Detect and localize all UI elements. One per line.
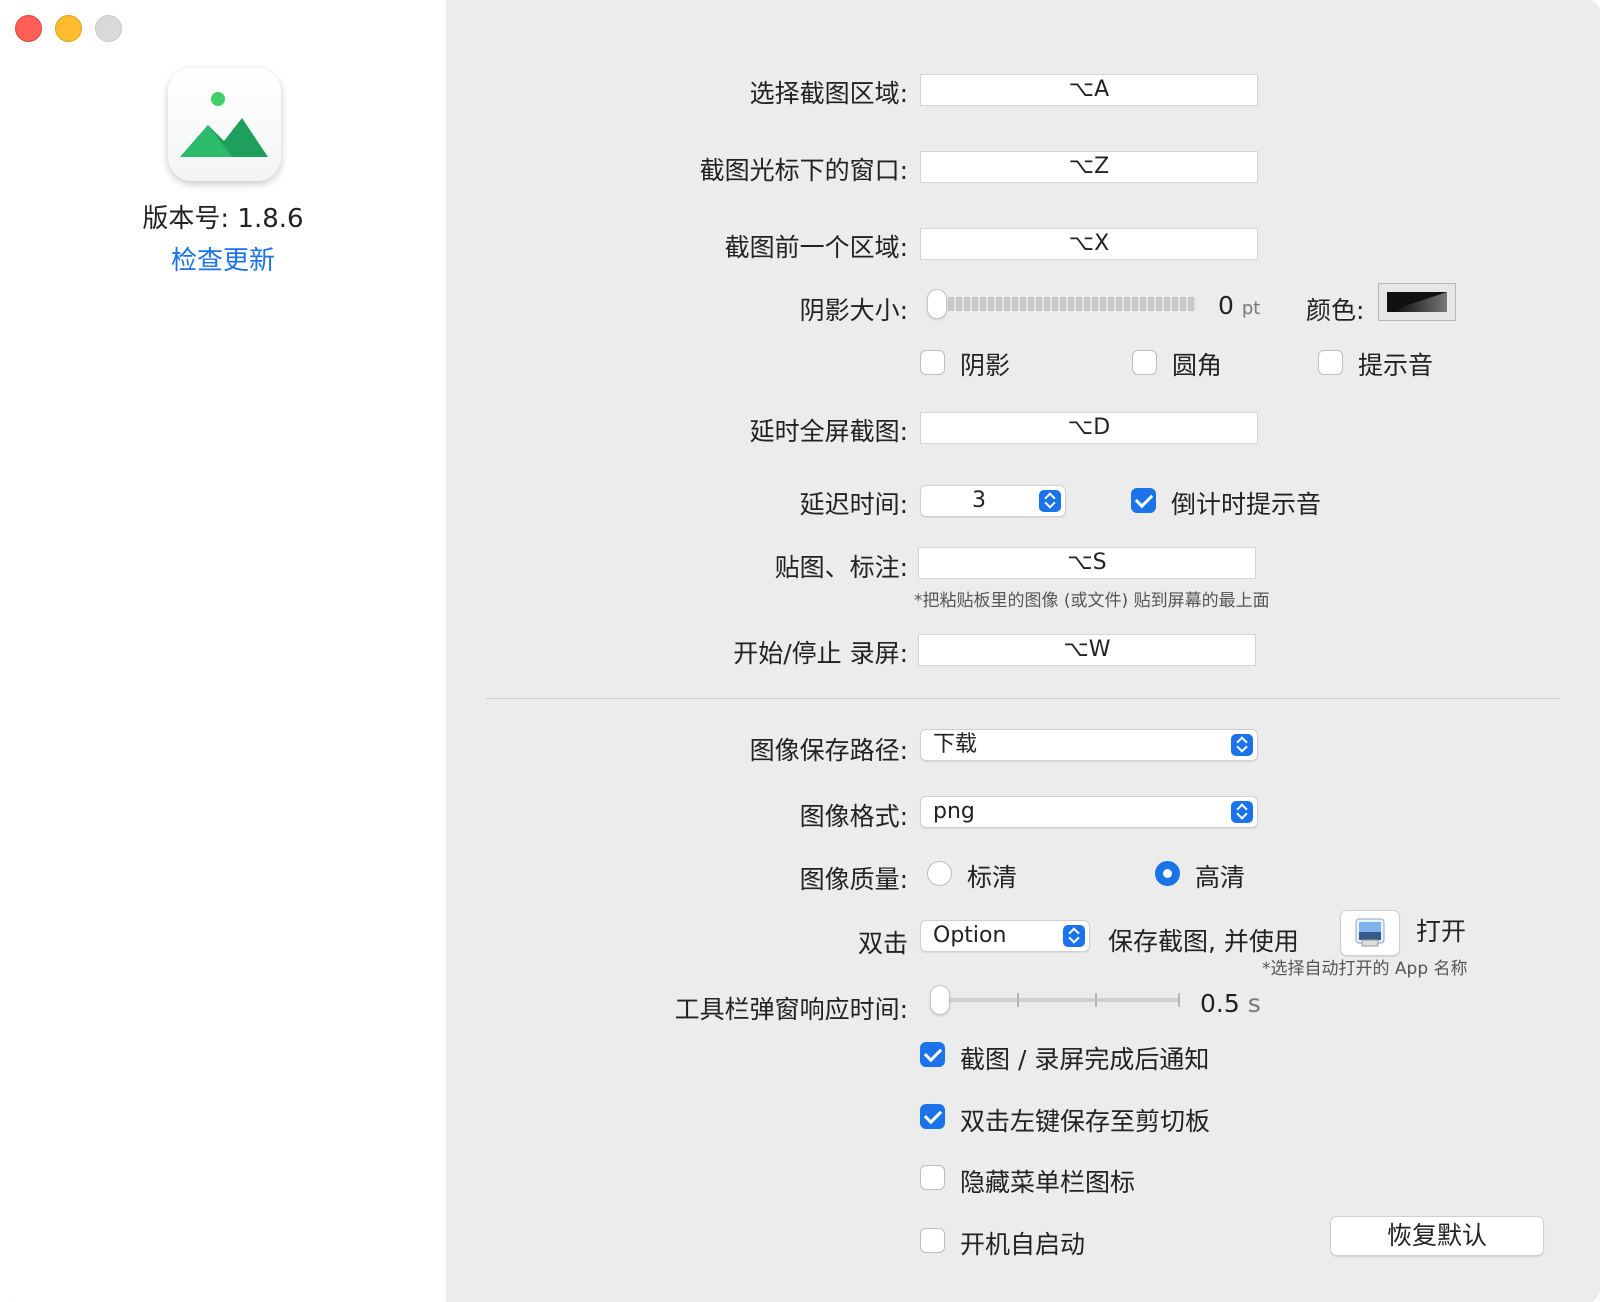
toolbar-delay-number: 0.5	[1200, 989, 1240, 1018]
close-window-button[interactable]	[15, 15, 42, 42]
version-label: 版本号: 1.8.6	[142, 204, 304, 234]
quality-sd-label: 标清	[967, 863, 1018, 892]
image-format-label: 图像格式:	[799, 802, 908, 831]
minimize-window-button[interactable]	[55, 15, 82, 42]
slider-tick	[1178, 993, 1180, 1007]
delay-time-label: 延迟时间:	[799, 490, 908, 519]
double-click-copy-label: 双击左键保存至剪切板	[960, 1107, 1211, 1136]
shadow-size-unit: pt	[1241, 298, 1261, 319]
select-arrows-icon	[1231, 801, 1253, 823]
launch-at-login-checkbox[interactable]	[920, 1228, 945, 1253]
launch-at-login-label: 开机自启动	[960, 1230, 1086, 1259]
toolbar-delay-unit: s	[1247, 989, 1261, 1018]
countdown-sound-checkbox[interactable]	[1131, 488, 1156, 513]
quality-sd-radio[interactable]	[927, 861, 952, 886]
previous-area-shortcut-field[interactable]: ⌥X	[920, 228, 1258, 260]
open-app-note: *选择自动打开的 App 名称	[1262, 959, 1468, 979]
sound-checkbox-label: 提示音	[1358, 351, 1434, 380]
quality-hd-radio[interactable]	[1155, 861, 1180, 886]
toolbar-delay-slider-track[interactable]	[940, 998, 1180, 1002]
select-area-shortcut-field[interactable]: ⌥A	[920, 74, 1258, 106]
pin-note: *把粘贴板里的图像 (或文件) 贴到屏幕的最上面	[914, 591, 1270, 611]
restore-defaults-button[interactable]: 恢复默认	[1330, 1216, 1544, 1256]
check-update-link[interactable]: 检查更新	[0, 240, 446, 277]
sidebar: 版本号: 1.8.6 检查更新	[0, 0, 446, 1302]
shadow-size-slider-knob[interactable]	[927, 289, 947, 319]
record-label: 开始/停止 录屏:	[733, 639, 908, 668]
delayed-fullscreen-label: 延时全屏截图:	[749, 417, 908, 446]
slider-tick	[1017, 993, 1019, 1007]
toolbar-delay-label: 工具栏弹窗响应时间:	[674, 995, 908, 1024]
choose-app-button[interactable]	[1340, 910, 1400, 956]
open-label: 打开	[1416, 917, 1467, 946]
record-shortcut-field[interactable]: ⌥W	[918, 634, 1256, 666]
image-format-select[interactable]: png	[920, 796, 1258, 828]
countdown-sound-label: 倒计时提示音	[1171, 490, 1322, 519]
hide-menubar-icon-label: 隐藏菜单栏图标	[960, 1168, 1136, 1197]
stepper-arrows-icon[interactable]	[1039, 490, 1061, 512]
quality-hd-label: 高清	[1195, 863, 1246, 892]
notify-label: 截图 / 录屏完成后通知	[960, 1045, 1210, 1074]
save-path-value: 下载	[933, 732, 978, 757]
toolbar-delay-value: 0.5 s	[1200, 989, 1261, 1018]
shadow-size-slider-track[interactable]	[940, 297, 1196, 311]
window-under-cursor-shortcut-field[interactable]: ⌥Z	[920, 151, 1258, 183]
save-path-label: 图像保存路径:	[749, 736, 908, 765]
shadow-size-label: 阴影大小:	[799, 296, 908, 325]
double-click-modifier-value: Option	[933, 923, 1007, 948]
preferences-window: 版本号: 1.8.6 检查更新 选择截图区域: ⌥A 截图光标下的窗口: ⌥Z …	[0, 0, 1600, 1302]
window-under-cursor-label: 截图光标下的窗口:	[699, 156, 908, 185]
toolbar-delay-slider-knob[interactable]	[930, 985, 950, 1015]
notify-checkbox[interactable]	[920, 1042, 945, 1067]
select-arrows-icon	[1231, 734, 1253, 756]
select-arrows-icon	[1063, 925, 1085, 947]
image-quality-label: 图像质量:	[799, 865, 908, 894]
delay-time-value: 3	[972, 488, 986, 513]
shadow-color-well[interactable]	[1378, 283, 1456, 321]
previous-area-label: 截图前一个区域:	[724, 233, 908, 262]
rounded-corners-checkbox[interactable]	[1132, 350, 1157, 375]
app-icon	[168, 68, 281, 181]
pin-shortcut-field[interactable]: ⌥S	[918, 547, 1256, 579]
shadow-size-value: 0 pt	[1218, 291, 1260, 320]
double-click-modifier-select[interactable]: Option	[920, 920, 1090, 952]
delayed-fullscreen-shortcut-field[interactable]: ⌥D	[920, 412, 1258, 444]
shadow-checkbox[interactable]	[920, 350, 945, 375]
double-click-label: 双击	[857, 929, 908, 958]
color-label: 颜色:	[1306, 296, 1365, 325]
sound-checkbox[interactable]	[1318, 350, 1343, 375]
landscape-photo-icon	[180, 92, 268, 157]
rounded-corners-label: 圆角	[1172, 351, 1223, 380]
shadow-gradient-swatch	[1387, 292, 1447, 312]
hide-menubar-icon-checkbox[interactable]	[920, 1165, 945, 1190]
image-format-value: png	[933, 799, 975, 824]
section-divider	[486, 698, 1560, 699]
save-path-select[interactable]: 下载	[920, 729, 1258, 761]
slider-tick	[1095, 993, 1097, 1007]
preview-app-icon	[1355, 918, 1385, 947]
double-click-action-text: 保存截图, 并使用	[1108, 927, 1299, 956]
select-area-label: 选择截图区域:	[749, 79, 908, 108]
zoom-window-button[interactable]	[95, 15, 122, 42]
shadow-size-number: 0	[1218, 291, 1234, 320]
pin-label: 贴图、标注:	[774, 553, 908, 582]
delay-time-stepper[interactable]: 3	[920, 485, 1066, 517]
shadow-checkbox-label: 阴影	[960, 351, 1011, 380]
double-click-copy-checkbox[interactable]	[920, 1104, 945, 1129]
